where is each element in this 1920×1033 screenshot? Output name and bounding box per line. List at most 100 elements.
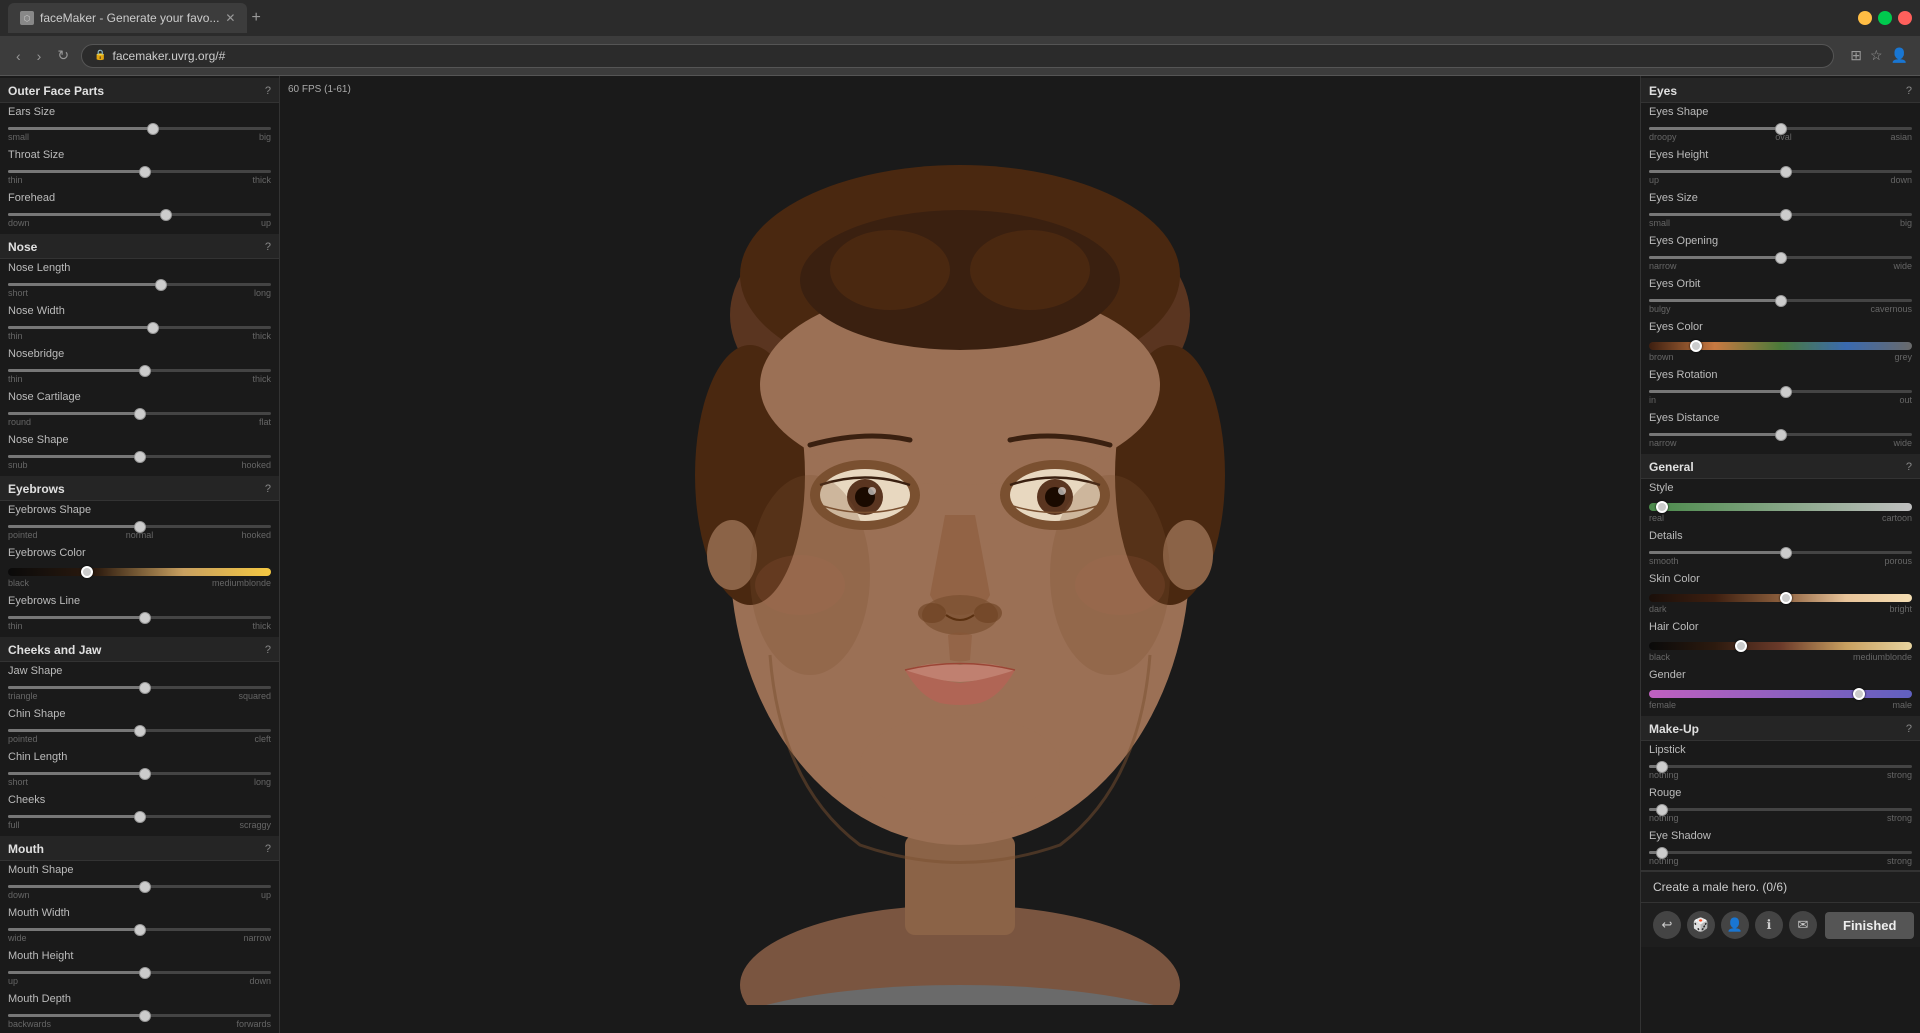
eyes-orbit-thumb[interactable] (1775, 295, 1787, 307)
back-button[interactable]: ‹ (12, 46, 25, 66)
chin-shape-thumb[interactable] (134, 725, 146, 737)
ears-size-thumb[interactable] (147, 123, 159, 135)
jaw-shape-thumb[interactable] (139, 682, 151, 694)
throat-size-thumb[interactable] (139, 166, 151, 178)
eyes-shape-thumb[interactable] (1775, 123, 1787, 135)
eyes-distance-thumb[interactable] (1775, 429, 1787, 441)
person-icon[interactable]: 👤 (1721, 911, 1749, 939)
chin-length-thumb[interactable] (139, 768, 151, 780)
undo-icon[interactable]: ↩ (1653, 911, 1681, 939)
random-icon[interactable]: 🎲 (1687, 911, 1715, 939)
eyes-color-thumb[interactable] (1690, 340, 1702, 352)
eyes-distance-slider-container: narrow wide (1649, 425, 1912, 450)
eyes-height-thumb[interactable] (1780, 166, 1792, 178)
rouge-control: Rouge nothing strong (1641, 784, 1920, 827)
chin-length-fill (8, 772, 145, 775)
ears-size-slider-container: small big (8, 119, 271, 144)
general-help-icon[interactable]: ? (1906, 461, 1912, 473)
style-thumb[interactable] (1656, 501, 1668, 513)
nose-shape-max: hooked (241, 460, 271, 470)
eyes-opening-track (1649, 256, 1912, 259)
cheeks-jaw-help-icon[interactable]: ? (265, 644, 271, 656)
face-container (610, 105, 1310, 1005)
extensions-icon[interactable]: ⊞ (1850, 47, 1862, 64)
eyes-shape-max: asian (1890, 132, 1912, 142)
jaw-shape-control: Jaw Shape triangle squared (0, 662, 279, 705)
hair-color-thumb[interactable] (1735, 640, 1747, 652)
forehead-label: Forehead (8, 192, 271, 204)
general-title: General (1649, 460, 1694, 474)
nose-width-fill (8, 326, 153, 329)
mouth-depth-control: Mouth Depth backwards forwards (0, 990, 279, 1033)
gender-thumb[interactable] (1853, 688, 1865, 700)
eyes-size-thumb[interactable] (1780, 209, 1792, 221)
eyes-distance-max: wide (1893, 438, 1912, 448)
mouth-width-thumb[interactable] (134, 924, 146, 936)
eyes-distance-control: Eyes Distance narrow wide (1641, 409, 1920, 452)
eyes-opening-thumb[interactable] (1775, 252, 1787, 264)
eyebrows-line-thumb[interactable] (139, 612, 151, 624)
outer-face-help-icon[interactable]: ? (265, 85, 271, 97)
eyebrows-shape-track (8, 525, 271, 528)
url-box[interactable]: 🔒 facemaker.uvrg.org/# (81, 44, 1834, 68)
lipstick-slider-container: nothing strong (1649, 757, 1912, 782)
eyebrows-title: Eyebrows (8, 482, 65, 496)
skin-color-thumb[interactable] (1780, 592, 1792, 604)
eyebrows-shape-thumb[interactable] (134, 521, 146, 533)
forehead-thumb[interactable] (160, 209, 172, 221)
style-max: cartoon (1882, 513, 1912, 523)
mouth-height-thumb[interactable] (139, 967, 151, 979)
reload-button[interactable]: ↻ (53, 45, 73, 66)
nose-help-icon[interactable]: ? (265, 241, 271, 253)
nose-length-labels: short long (8, 288, 271, 298)
eyes-help-icon[interactable]: ? (1906, 85, 1912, 97)
eyebrows-color-track (8, 568, 271, 576)
nose-width-thumb[interactable] (147, 322, 159, 334)
eyebrows-line-track (8, 616, 271, 619)
eye-shadow-thumb[interactable] (1656, 847, 1668, 859)
finished-button[interactable]: Finished (1825, 912, 1914, 939)
rouge-thumb[interactable] (1656, 804, 1668, 816)
nose-title: Nose (8, 240, 37, 254)
nosebridge-fill (8, 369, 145, 372)
eyes-shape-fill (1649, 127, 1781, 130)
eyebrows-color-min: black (8, 578, 29, 588)
bookmark-icon[interactable]: ☆ (1870, 47, 1883, 64)
lipstick-thumb[interactable] (1656, 761, 1668, 773)
tab-close-button[interactable]: ✕ (225, 11, 235, 25)
eyes-rotation-thumb[interactable] (1780, 386, 1792, 398)
mouth-depth-thumb[interactable] (139, 1010, 151, 1022)
hair-color-min: black (1649, 652, 1670, 662)
eyes-rotation-min: in (1649, 395, 1656, 405)
forward-button[interactable]: › (33, 46, 46, 66)
mail-icon[interactable]: ✉ (1789, 911, 1817, 939)
profile-icon[interactable]: 👤 (1891, 47, 1908, 64)
details-thumb[interactable] (1780, 547, 1792, 559)
eyes-size-fill (1649, 213, 1786, 216)
mouth-help-icon[interactable]: ? (265, 843, 271, 855)
eyebrows-color-thumb[interactable] (81, 566, 93, 578)
maximize-button[interactable] (1878, 11, 1892, 25)
mouth-shape-thumb[interactable] (139, 881, 151, 893)
minimize-button[interactable] (1858, 11, 1872, 25)
nose-shape-thumb[interactable] (134, 451, 146, 463)
mouth-depth-labels: backwards forwards (8, 1019, 271, 1029)
nose-width-control: Nose Width thin thick (0, 302, 279, 345)
makeup-help-icon[interactable]: ? (1906, 723, 1912, 735)
mouth-shape-label: Mouth Shape (8, 864, 271, 876)
skin-color-min: dark (1649, 604, 1667, 614)
nose-cartilage-thumb[interactable] (134, 408, 146, 420)
new-tab-button[interactable]: + (251, 9, 260, 27)
eyes-size-slider-container: small big (1649, 205, 1912, 230)
nosebridge-thumb[interactable] (139, 365, 151, 377)
info-icon[interactable]: ℹ (1755, 911, 1783, 939)
cheeks-thumb[interactable] (134, 811, 146, 823)
eyebrows-help-icon[interactable]: ? (265, 483, 271, 495)
close-button[interactable] (1898, 11, 1912, 25)
active-tab[interactable]: ⬡ faceMaker - Generate your favo... ✕ (8, 3, 247, 33)
nose-length-thumb[interactable] (155, 279, 167, 291)
nose-shape-fill (8, 455, 140, 458)
nose-shape-control: Nose Shape snub hooked (0, 431, 279, 474)
outer-face-section-header: Outer Face Parts ? (0, 78, 279, 103)
eye-shadow-labels: nothing strong (1649, 856, 1912, 866)
